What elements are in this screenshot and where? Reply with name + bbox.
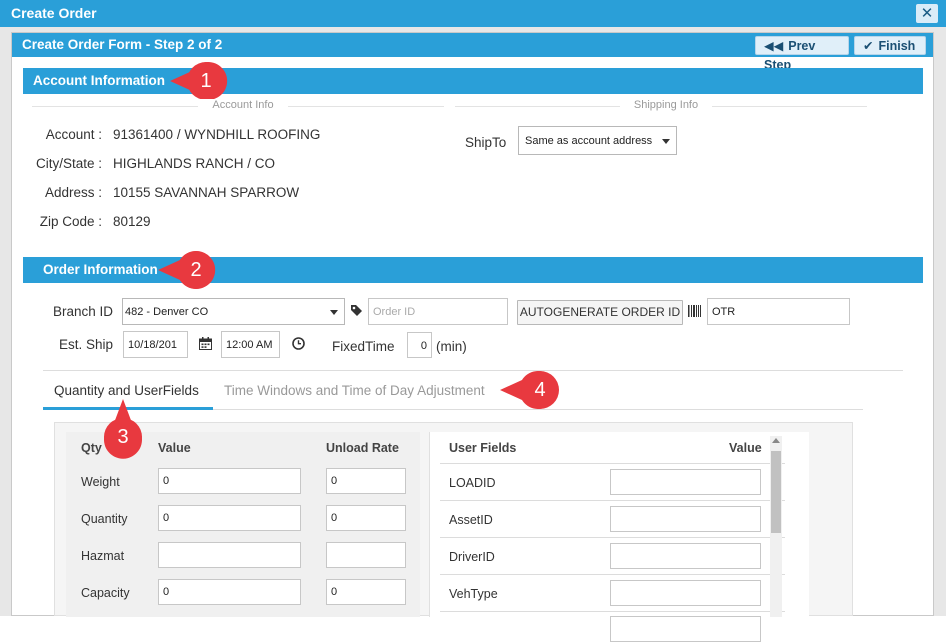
address-label: Address : — [44, 185, 102, 200]
callout-2-number: 2 — [190, 259, 202, 281]
assetid-input[interactable] — [610, 506, 761, 532]
quantity-unload-input[interactable]: 0 — [326, 505, 406, 531]
branch-id-value: 482 - Denver CO — [125, 306, 209, 318]
row-label-weight: Weight — [81, 475, 120, 489]
row-label-quantity: Quantity — [81, 512, 128, 526]
address-value: 10155 SAVANNAH SPARROW — [113, 185, 300, 200]
form-title: Create Order Form - Step 2 of 2 — [22, 37, 223, 52]
est-ship-label: Est. Ship — [59, 337, 114, 352]
est-ship-time-value: 12:00 AM — [226, 339, 273, 351]
zip-code-value: 80129 — [113, 214, 151, 229]
callout-2: 2 — [158, 251, 216, 289]
branch-id-select[interactable]: 482 - Denver CO — [122, 298, 345, 325]
account-info-legend: Account Info — [198, 99, 288, 111]
est-ship-date-value: 10/18/201 — [128, 339, 177, 351]
order-divider — [43, 370, 903, 371]
caret-down-icon — [330, 309, 338, 315]
userfield-label-loadid: LOADID — [449, 476, 496, 490]
userfield-divider — [440, 463, 785, 464]
shipto-value: Same as account address — [525, 135, 653, 147]
userfields-table: User Fields Value LOADID AssetID DriverI… — [429, 432, 809, 642]
finish-button[interactable]: ✔ Finish — [854, 36, 926, 55]
calendar-icon[interactable] — [199, 337, 212, 353]
caret-down-icon — [662, 138, 670, 144]
barcode-value: OTR — [712, 306, 736, 318]
userfield-label-vehtype: VehType — [449, 587, 498, 601]
callout-4: 4 — [500, 371, 559, 409]
userfield-label-driverid: DriverID — [449, 550, 495, 564]
scroll-up-icon[interactable] — [772, 438, 780, 443]
quantity-value-input[interactable]: 0 — [158, 505, 301, 531]
userfields-scrollbar[interactable] — [770, 436, 782, 617]
form-header: Create Order Form - Step 2 of 2 ◀◀ Prev S… — [12, 33, 933, 72]
shipto-label: ShipTo — [465, 135, 507, 150]
close-icon[interactable]: ✕ — [916, 4, 938, 23]
check-icon: ✔ — [863, 39, 874, 53]
quantity-userfields-panel: Qty Value Unload Rate Weight 0 0 Quantit… — [54, 422, 853, 642]
callout-1-number: 1 — [200, 70, 212, 92]
dialog-title: Create Order — [11, 5, 97, 21]
autogenerate-order-id-button[interactable]: AUTOGENERATE ORDER ID — [517, 300, 683, 325]
hazmat-value-input[interactable] — [158, 542, 301, 568]
order-id-input[interactable]: Order ID — [368, 298, 508, 325]
callout-3-number: 3 — [117, 426, 129, 448]
account-information-title: Account Information — [33, 73, 165, 88]
city-state-label: City/State : — [35, 156, 102, 171]
shipto-select[interactable]: Same as account address — [518, 126, 677, 155]
loadid-input[interactable] — [610, 469, 761, 495]
fixed-time-unit: (min) — [436, 339, 467, 354]
userfield-next-input[interactable] — [610, 616, 761, 642]
value-header: Value — [158, 441, 191, 455]
weight-value-input[interactable]: 0 — [158, 468, 301, 494]
userfield-divider — [440, 537, 785, 538]
callout-4-number: 4 — [534, 379, 546, 401]
userfield-label-assetid: AssetID — [449, 513, 493, 527]
branch-id-label: Branch ID — [53, 304, 114, 319]
capacity-value-input[interactable]: 0 — [158, 579, 301, 605]
account-label: Account : — [45, 127, 102, 142]
fixed-time-input[interactable]: 0 — [407, 332, 432, 358]
scroll-thumb[interactable] — [771, 451, 781, 533]
callout-3: 3 — [101, 399, 145, 463]
barcode-icon — [688, 305, 701, 320]
vehtype-input[interactable] — [610, 580, 761, 606]
row-label-hazmat: Hazmat — [81, 549, 125, 563]
user-fields-value-header: Value — [729, 441, 762, 455]
weight-unload-input[interactable]: 0 — [326, 468, 406, 494]
tab-time-windows[interactable]: Time Windows and Time of Day Adjustment — [224, 383, 485, 398]
userfield-divider — [440, 500, 785, 501]
double-chevron-left-icon: ◀◀ — [764, 39, 784, 53]
prev-step-button[interactable]: ◀◀ Prev Step — [755, 36, 849, 72]
callout-1: 1 — [170, 62, 228, 100]
capacity-unload-input[interactable]: 0 — [326, 579, 406, 605]
zip-code-label: Zip Code : — [39, 214, 102, 229]
user-fields-header: User Fields — [449, 441, 517, 455]
finish-label: Finish — [878, 39, 916, 53]
unload-rate-header: Unload Rate — [326, 441, 399, 455]
account-value: 91361400 / WYNDHILL ROOFING — [113, 127, 321, 142]
qty-header: Qty — [81, 441, 102, 455]
account-information-header[interactable]: Account Information — [23, 68, 923, 94]
fixed-time-value: 0 — [420, 340, 427, 352]
dialog-title-bar: Create Order ✕ — [0, 0, 946, 27]
city-state-value: HIGHLANDS RANCH / CO — [113, 156, 276, 171]
clock-icon[interactable] — [292, 337, 305, 353]
userfield-divider — [440, 611, 785, 612]
order-information-title: Order Information — [43, 262, 158, 277]
fixed-time-label: FixedTime — [332, 339, 395, 354]
tab-quantity-and-userfields[interactable]: Quantity and UserFields — [54, 383, 199, 398]
tag-icon — [350, 304, 363, 320]
order-id-placeholder: Order ID — [373, 306, 416, 318]
row-label-capacity: Capacity — [81, 586, 130, 600]
barcode-input[interactable]: OTR — [707, 298, 850, 325]
userfield-divider — [440, 574, 785, 575]
driverid-input[interactable] — [610, 543, 761, 569]
hazmat-unload-input[interactable] — [326, 542, 406, 568]
shipping-info-legend: Shipping Info — [620, 99, 712, 111]
est-ship-date-input[interactable]: 10/18/201 — [123, 331, 188, 358]
est-ship-time-input[interactable]: 12:00 AM — [221, 331, 280, 358]
